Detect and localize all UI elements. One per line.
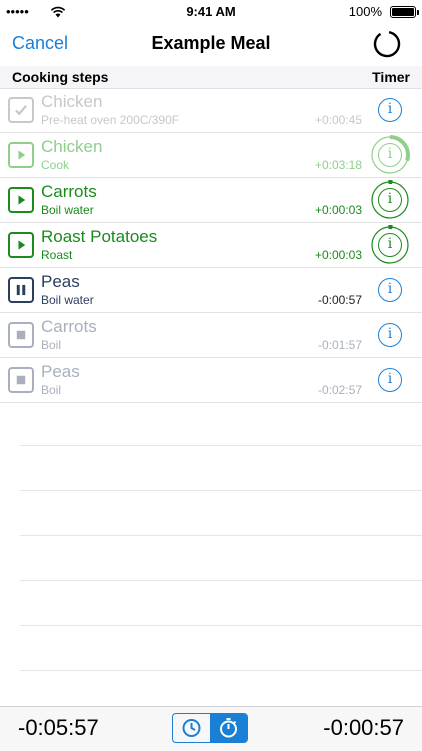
step-action: Boil [41,338,62,352]
step-row[interactable]: Chicken Pre-heat oven 200C/390F +0:00:45… [0,88,422,133]
pause-icon[interactable] [8,277,34,303]
stop-icon[interactable] [8,322,34,348]
step-action: Cook [41,158,70,172]
empty-row-divider [20,670,422,671]
battery-percentage: 100% [348,4,382,19]
step-time: -0:00:57 [317,293,362,307]
step-action: Boil water [41,293,94,307]
info-icon[interactable]: i [378,323,402,347]
step-item: Carrots [41,182,97,201]
play-icon[interactable] [8,142,34,168]
step-time: -0:02:57 [317,383,362,397]
step-action: Roast [41,248,73,262]
timer-header: Timer [372,69,410,85]
empty-row-divider [20,580,422,581]
stop-icon[interactable] [8,367,34,393]
empty-row-divider [20,535,422,536]
meal-progress-icon[interactable] [372,29,402,59]
page-title: Example Meal [151,33,271,53]
step-row[interactable]: Peas Boil -0:02:57 i [0,358,422,403]
timer-ring[interactable]: i [370,135,410,175]
stopwatch-icon [220,718,237,738]
timer-ring[interactable]: i [370,225,410,265]
step-time: +0:00:03 [314,248,362,262]
step-row[interactable]: Roast Potatoes Roast +0:00:03 i [0,223,422,268]
checkmark-icon[interactable] [8,97,34,123]
step-item: Roast Potatoes [41,227,158,246]
step-action: Pre-heat oven 200C/390F [41,113,180,127]
info-icon[interactable]: i [378,368,402,392]
step-time: +0:00:45 [314,113,362,127]
info-icon[interactable]: i [378,188,402,212]
steps-list: Chicken Pre-heat oven 200C/390F +0:00:45… [0,88,422,403]
step-time: -0:01:57 [317,338,362,352]
empty-row-divider [20,625,422,626]
step-action: Boil [41,383,62,397]
empty-row-divider [20,445,422,446]
step-item: Peas [41,272,80,291]
battery-icon [390,6,419,18]
info-icon[interactable]: i [378,98,402,122]
step-row[interactable]: Chicken Cook +0:03:18 i [0,133,422,178]
play-icon[interactable] [8,187,34,213]
info-icon[interactable]: i [378,233,402,257]
clock-mode-button[interactable] [173,714,210,742]
total-time: -0:05:57 [18,715,99,740]
timer-ring[interactable]: i [370,180,410,220]
step-row[interactable]: Carrots Boil water +0:00:03 i [0,178,422,223]
step-item: Peas [41,362,80,381]
step-time: +0:00:03 [314,203,362,217]
cooking-steps-header: Cooking steps [12,69,109,85]
bottom-toolbar: -0:05:57 -0:00:57 [0,706,422,751]
step-item: Chicken [41,92,103,111]
step-row[interactable]: Carrots Boil -0:01:57 i [0,313,422,358]
step-time: +0:03:18 [314,158,362,172]
step-item: Carrots [41,317,97,336]
empty-row-divider [20,490,422,491]
time-mode-toggle[interactable] [172,713,248,743]
step-action: Boil water [41,203,94,217]
info-icon[interactable]: i [378,278,402,302]
stopwatch-mode-button[interactable] [210,714,247,742]
play-icon[interactable] [8,232,34,258]
step-item: Chicken [41,137,103,156]
status-bar: ••••• 9:41 AM 100% [0,0,422,24]
nav-bar: Cancel Example Meal [0,24,422,66]
info-icon[interactable]: i [378,143,402,167]
clock-icon [182,719,201,737]
step-row[interactable]: Peas Boil water -0:00:57 i [0,268,422,313]
current-step-time: -0:00:57 [323,715,404,740]
column-header: Cooking steps Timer [0,66,422,89]
